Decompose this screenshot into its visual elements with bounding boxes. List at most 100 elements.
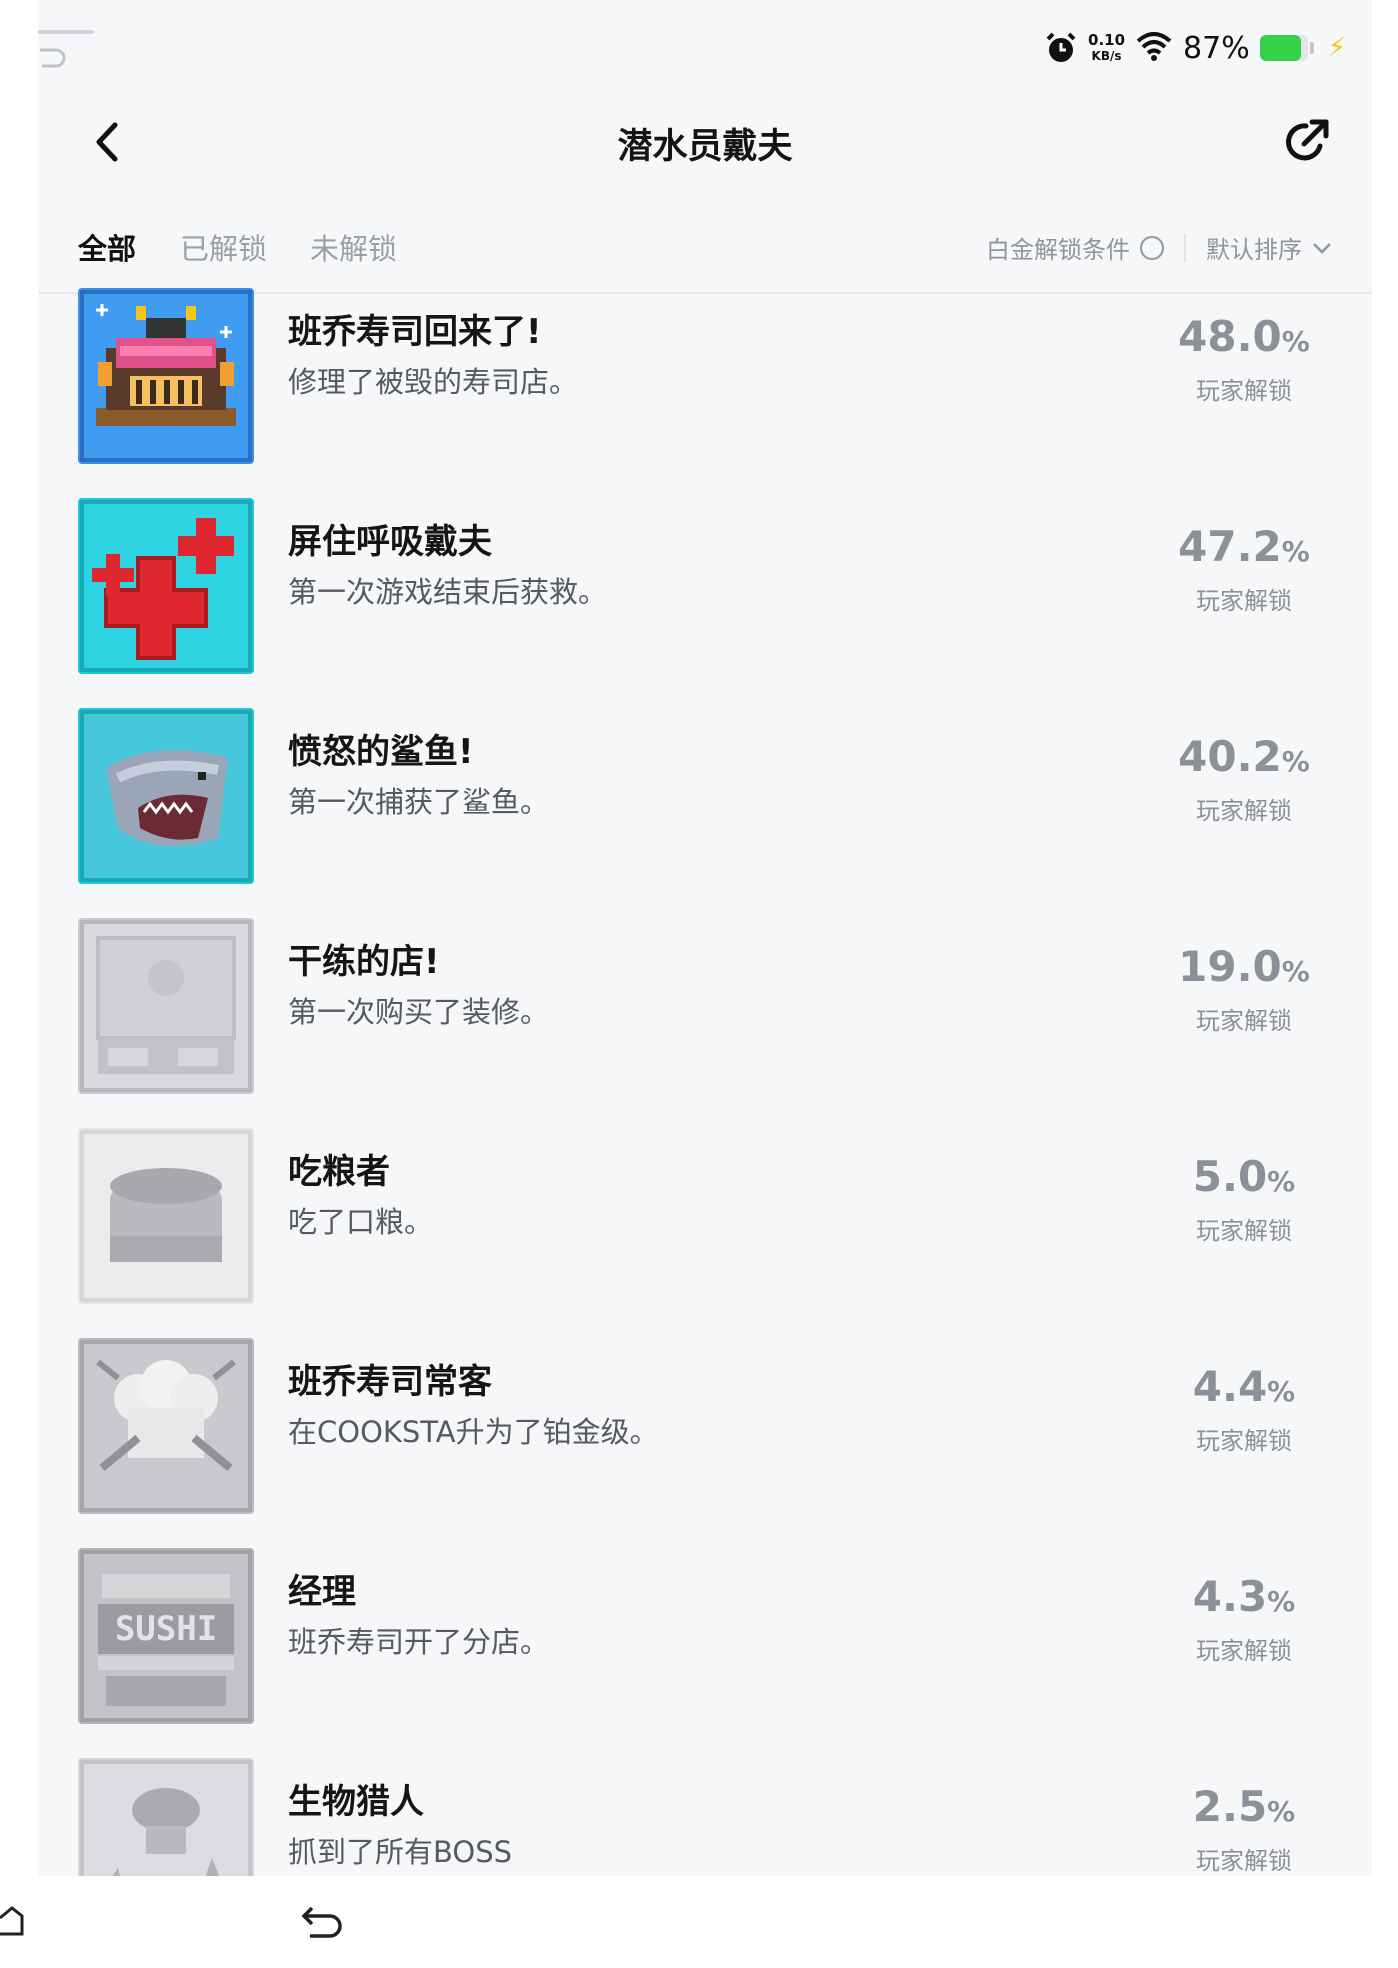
filter-bar: 全部 已解锁 未解锁 白金解锁条件 默认排序 xyxy=(38,220,1372,294)
achievement-texts: 屏住呼吸戴夫 第一次游戏结束后获救。 xyxy=(288,520,607,610)
unlock-percent-value: 19.0 xyxy=(1178,942,1282,991)
achievement-row[interactable]: 屏住呼吸戴夫 第一次游戏结束后获救。 47.2% 玩家解锁 xyxy=(38,498,1372,708)
achievement-description: 抓到了所有BOSS xyxy=(288,1835,513,1869)
sushi-sign-text: SUSHI xyxy=(115,1609,217,1649)
home-icon[interactable] xyxy=(0,1904,24,1942)
radio-circle-icon xyxy=(1140,235,1164,260)
achievement-name: 班乔寿司回来了! xyxy=(288,312,542,352)
achievement-texts: 经理 班乔寿司开了分店。 xyxy=(288,1570,549,1660)
unlock-percent: 48.0% xyxy=(1174,314,1314,365)
unlock-rate: 48.0% 玩家解锁 xyxy=(1174,314,1314,406)
unlock-percent-value: 2.5 xyxy=(1192,1782,1268,1831)
tab-unlocked[interactable]: 已解锁 xyxy=(180,226,267,268)
ration-can-badge-icon xyxy=(78,1128,254,1304)
achievement-row[interactable]: 班乔寿司常客 在COOKSTA升为了铂金级。 4.4% 玩家解锁 xyxy=(38,1338,1372,1548)
achievement-row[interactable]: 愤怒的鲨鱼! 第一次捕获了鲨鱼。 40.2% 玩家解锁 xyxy=(38,708,1372,918)
unlock-percent: 40.2% xyxy=(1174,734,1314,785)
achievement-row[interactable]: 班乔寿司回来了! 修理了被毁的寿司店。 48.0% 玩家解锁 xyxy=(38,288,1372,498)
unlock-percent-value: 47.2 xyxy=(1178,522,1282,571)
unlock-rate: 19.0% 玩家解锁 xyxy=(1174,944,1314,1036)
unlock-percent-value: 40.2 xyxy=(1178,732,1282,781)
unlock-percent-unit: % xyxy=(1267,1585,1296,1618)
unlock-percent-value: 5.0 xyxy=(1192,1152,1268,1201)
platinum-condition-toggle[interactable]: 白金解锁条件 xyxy=(986,230,1164,265)
achievement-row[interactable]: SUSHI 经理 班乔寿司开了分店。 4.3% 玩家解锁 xyxy=(38,1548,1372,1758)
page-header: 潜水员戴夫 xyxy=(38,100,1372,184)
unlock-percent-unit: % xyxy=(1267,1375,1296,1408)
battery-percent: 87% xyxy=(1183,30,1250,66)
wifi-icon xyxy=(1135,30,1173,66)
achievement-name: 经理 xyxy=(288,1572,356,1612)
page-title: 潜水员戴夫 xyxy=(617,127,793,167)
unlock-percent: 4.3% xyxy=(1174,1574,1314,1625)
unlock-caption: 玩家解锁 xyxy=(1196,1637,1292,1665)
status-bar: 0.10 KB/s 87% ⚡ xyxy=(1044,24,1372,72)
shop-interior-badge-icon xyxy=(78,918,254,1094)
unlock-percent-unit: % xyxy=(1281,745,1310,778)
achievement-texts: 班乔寿司回来了! 修理了被毁的寿司店。 xyxy=(288,310,578,400)
achievement-name: 干练的店! xyxy=(288,942,440,982)
achievement-texts: 班乔寿司常客 在COOKSTA升为了铂金级。 xyxy=(288,1360,659,1450)
unlock-caption: 玩家解锁 xyxy=(1196,1847,1292,1875)
network-speed-unit: KB/s xyxy=(1091,49,1122,63)
achievement-description: 修理了被毁的寿司店。 xyxy=(288,365,579,399)
unlock-percent-value: 4.4 xyxy=(1192,1362,1268,1411)
app-frame: 0.10 KB/s 87% ⚡ 潜水员戴夫 全部 已解锁 未解锁 白金解锁条件 … xyxy=(38,0,1372,1876)
unlock-percent: 5.0% xyxy=(1174,1154,1314,1205)
achievement-description: 第一次购买了装修。 xyxy=(288,995,550,1029)
unlock-rate: 47.2% 玩家解锁 xyxy=(1174,524,1314,616)
edge-handle xyxy=(38,30,94,34)
unlock-rate: 4.3% 玩家解锁 xyxy=(1174,1574,1314,1666)
boss-hunter-badge-icon xyxy=(78,1758,254,1876)
achievement-texts: 生物猎人 抓到了所有BOSS xyxy=(288,1780,512,1870)
platinum-condition-label: 白金解锁条件 xyxy=(986,236,1130,264)
achievement-description: 第一次游戏结束后获救。 xyxy=(288,575,608,609)
unlock-percent-unit: % xyxy=(1267,1795,1296,1828)
achievement-description: 第一次捕获了鲨鱼。 xyxy=(288,785,550,819)
network-speed: 0.10 KB/s xyxy=(1088,32,1125,64)
achievement-name: 屏住呼吸戴夫 xyxy=(288,522,492,562)
achievement-description: 吃了口粮。 xyxy=(288,1205,434,1239)
unlock-rate: 40.2% 玩家解锁 xyxy=(1174,734,1314,826)
unlock-caption: 玩家解锁 xyxy=(1196,797,1292,825)
sushi-sign-badge-icon: SUSHI xyxy=(78,1548,254,1724)
achievement-name: 班乔寿司常客 xyxy=(288,1362,492,1402)
tab-locked[interactable]: 未解锁 xyxy=(310,226,397,268)
network-speed-value: 0.10 xyxy=(1088,31,1126,49)
unlock-percent: 19.0% xyxy=(1174,944,1314,995)
share-button[interactable] xyxy=(1278,114,1334,170)
shark-badge-icon xyxy=(78,708,254,884)
achievement-texts: 干练的店! 第一次购买了装修。 xyxy=(288,940,549,1030)
chevron-down-icon xyxy=(1313,242,1331,254)
unlock-percent: 2.5% xyxy=(1174,1784,1314,1835)
battery-icon xyxy=(1259,35,1308,61)
unlock-rate: 2.5% 玩家解锁 xyxy=(1174,1784,1314,1876)
achievement-description: 在COOKSTA升为了铂金级。 xyxy=(288,1415,659,1449)
unlock-percent-unit: % xyxy=(1267,1165,1296,1198)
unlock-caption: 玩家解锁 xyxy=(1196,1427,1292,1455)
sushi-shop-badge-icon xyxy=(78,288,254,464)
unlock-percent: 4.4% xyxy=(1174,1364,1314,1415)
tab-all[interactable]: 全部 xyxy=(78,226,136,268)
divider xyxy=(1184,233,1186,262)
medical-cross-badge-icon xyxy=(78,498,254,674)
back-icon[interactable] xyxy=(300,1904,344,1944)
achievement-row[interactable]: 吃粮者 吃了口粮。 5.0% 玩家解锁 xyxy=(38,1128,1372,1338)
unlock-percent-value: 4.3 xyxy=(1192,1572,1268,1621)
unlock-percent-value: 48.0 xyxy=(1178,312,1282,361)
achievement-name: 吃粮者 xyxy=(288,1152,390,1192)
unlock-rate: 5.0% 玩家解锁 xyxy=(1174,1154,1314,1246)
chef-hat-badge-icon xyxy=(78,1338,254,1514)
unlock-percent: 47.2% xyxy=(1174,524,1314,575)
achievement-row[interactable]: 干练的店! 第一次购买了装修。 19.0% 玩家解锁 xyxy=(38,918,1372,1128)
edge-return-icon[interactable] xyxy=(38,44,68,70)
achievement-texts: 吃粮者 吃了口粮。 xyxy=(288,1150,433,1240)
unlock-percent-unit: % xyxy=(1281,955,1310,988)
unlock-caption: 玩家解锁 xyxy=(1196,1007,1292,1035)
sort-label: 默认排序 xyxy=(1206,236,1302,264)
share-icon xyxy=(1286,119,1329,161)
sort-dropdown[interactable]: 默认排序 xyxy=(1206,230,1332,265)
unlock-caption: 玩家解锁 xyxy=(1196,1217,1292,1245)
unlock-percent-unit: % xyxy=(1281,325,1310,358)
achievement-row[interactable]: 生物猎人 抓到了所有BOSS 2.5% 玩家解锁 xyxy=(38,1758,1372,1876)
